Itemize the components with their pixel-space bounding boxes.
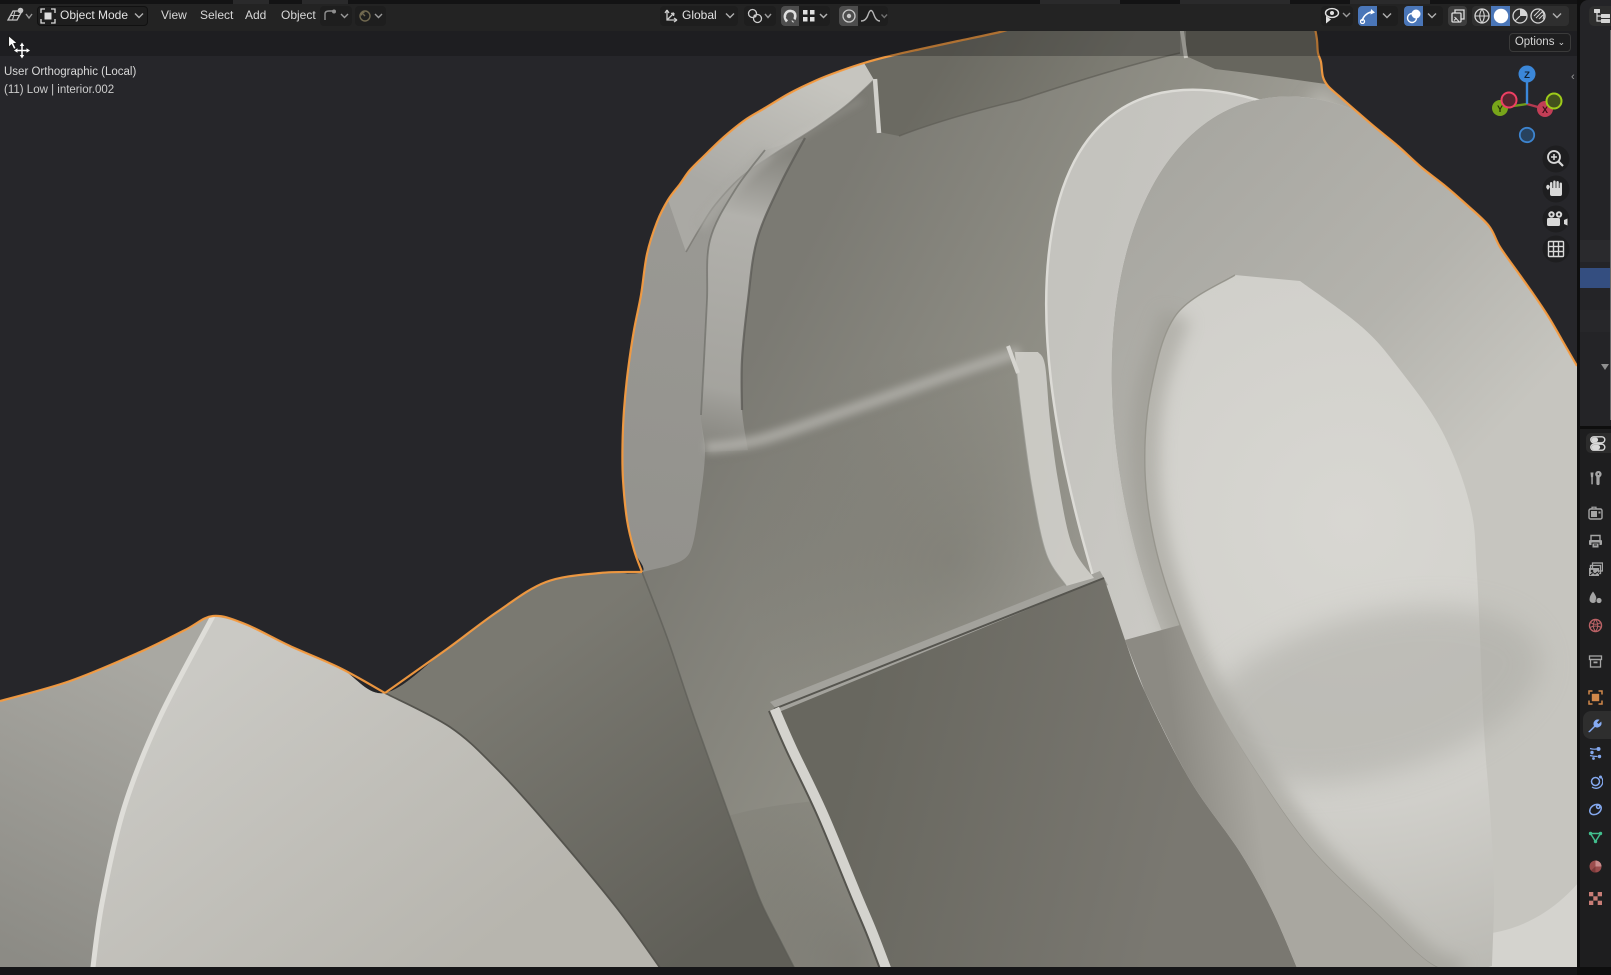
svg-text:Y: Y bbox=[1497, 104, 1503, 114]
svg-text:User Orthographic (Local): User Orthographic (Local) bbox=[4, 66, 136, 78]
svg-text:‹: ‹ bbox=[1571, 71, 1575, 83]
svg-text:X: X bbox=[1542, 105, 1548, 115]
svg-text:(11) Low | interior.002: (11) Low | interior.002 bbox=[4, 84, 114, 96]
svg-text:Z: Z bbox=[1524, 70, 1530, 81]
